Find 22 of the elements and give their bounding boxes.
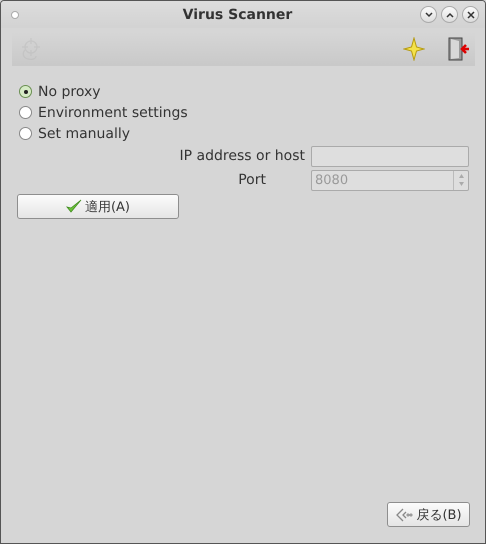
radio-label[interactable]: No proxy bbox=[38, 84, 101, 100]
close-button[interactable] bbox=[462, 6, 479, 23]
window-menu-dot[interactable] bbox=[11, 10, 19, 18]
close-icon bbox=[466, 10, 474, 18]
minimize-button[interactable] bbox=[420, 6, 437, 23]
back-arrow-icon bbox=[395, 508, 414, 522]
exit-door-icon[interactable] bbox=[447, 36, 471, 62]
star-icon[interactable] bbox=[403, 36, 425, 60]
field-label: IP address or host bbox=[178, 148, 306, 164]
radio-button[interactable] bbox=[19, 127, 32, 140]
back-button[interactable]: 戻る(B) bbox=[387, 502, 470, 527]
radio-button[interactable] bbox=[19, 85, 32, 98]
chevron-up-icon bbox=[446, 12, 454, 18]
field-label: Port bbox=[237, 172, 267, 188]
radio-label[interactable]: Set manually bbox=[38, 126, 130, 142]
maximize-button[interactable] bbox=[441, 6, 458, 23]
apply-button[interactable]: 適用(A) bbox=[17, 194, 179, 219]
radio-label[interactable]: Environment settings bbox=[38, 104, 188, 120]
chevron-down-icon bbox=[424, 12, 432, 18]
checkmark-icon bbox=[66, 199, 82, 214]
window-title: Virus Scanner bbox=[182, 6, 294, 22]
radio-button[interactable] bbox=[19, 106, 32, 119]
